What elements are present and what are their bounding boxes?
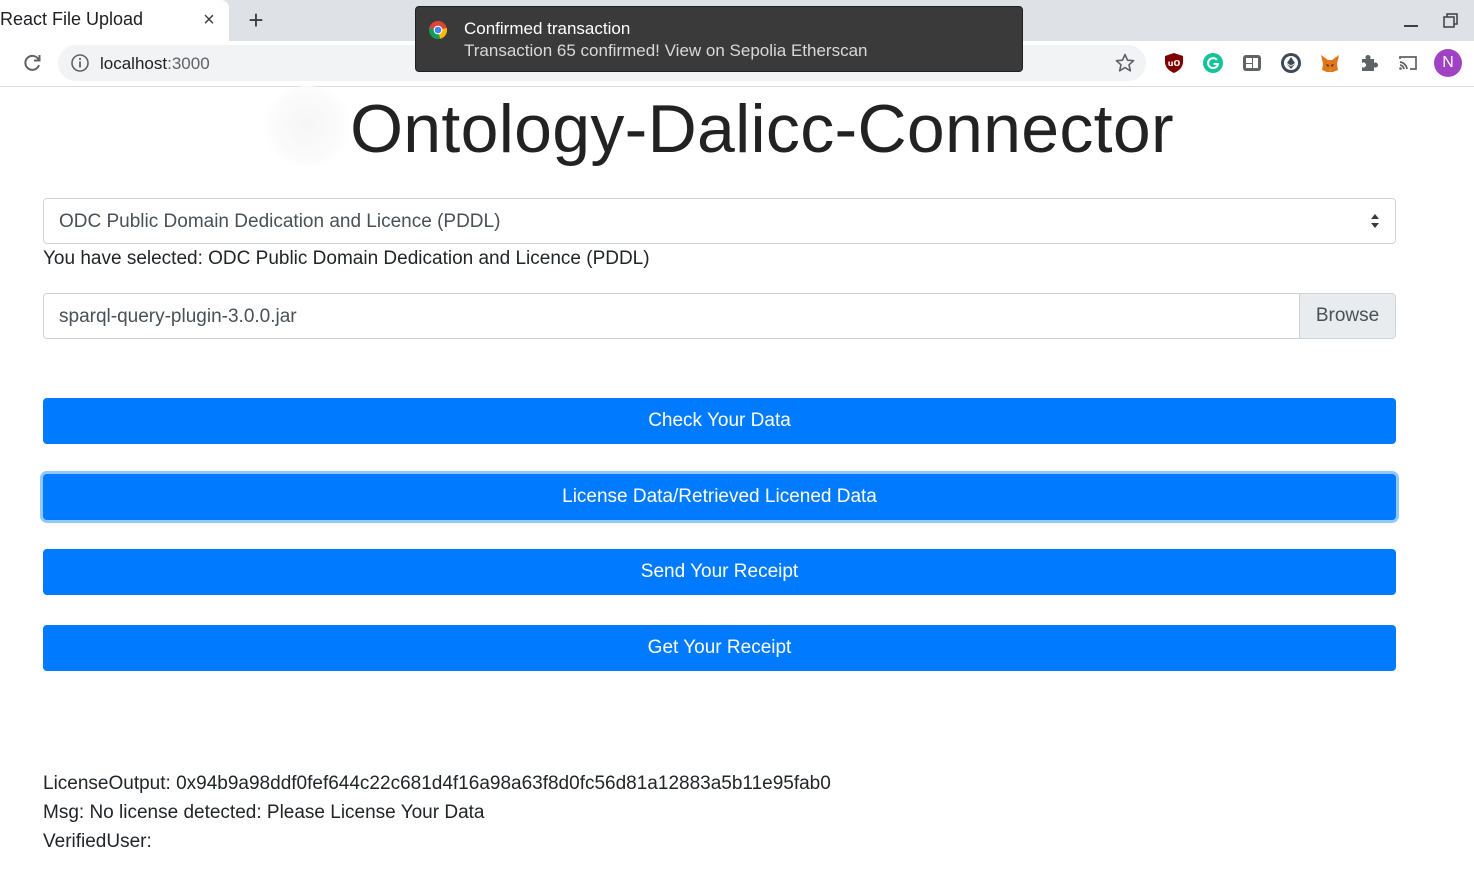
reload-button[interactable]	[20, 51, 44, 75]
restore-window-button[interactable]	[1440, 10, 1462, 32]
send-receipt-button[interactable]: Send Your Receipt	[43, 549, 1396, 595]
selected-prefix: You have selected:	[43, 248, 209, 269]
verified-user-label: VerifiedUser:	[43, 831, 152, 852]
chrome-icon	[428, 21, 448, 40]
tab-close-icon[interactable]: ×	[199, 9, 219, 31]
cast-icon[interactable]	[1397, 52, 1419, 74]
ethereum-icon[interactable]	[1280, 52, 1302, 74]
selected-value: ODC Public Domain Dedication and Licence…	[208, 248, 650, 269]
license-select[interactable]: ODC Public Domain Dedication and Licence…	[43, 198, 1396, 244]
license-data-button[interactable]: License Data/Retrieved Licened Data	[43, 474, 1396, 520]
restore-icon	[1443, 13, 1458, 28]
check-data-button[interactable]: Check Your Data	[43, 398, 1396, 444]
selected-license-text: You have selected: ODC Public Domain Ded…	[43, 248, 650, 270]
url-text: localhost:3000	[100, 54, 210, 73]
bookmark-star-icon[interactable]	[1114, 52, 1136, 74]
license-select-value: ODC Public Domain Dedication and Licence…	[59, 211, 501, 232]
site-info-icon[interactable]	[70, 53, 90, 73]
metamask-icon[interactable]	[1319, 52, 1341, 74]
verified-user-output: VerifiedUser:	[43, 831, 152, 853]
message-output: Msg: No license detected: Please License…	[43, 802, 485, 824]
reload-icon	[24, 54, 41, 71]
message-label: Msg:	[43, 802, 90, 823]
ublock-icon[interactable]: uO	[1163, 52, 1185, 74]
extension-icon[interactable]	[1241, 52, 1263, 74]
profile-avatar[interactable]: N	[1434, 49, 1462, 77]
tab-title: React File Upload	[0, 9, 144, 29]
puzzle-icon[interactable]	[1358, 52, 1380, 74]
file-upload-input[interactable]: sparql-query-plugin-3.0.0.jar Browse	[43, 293, 1396, 339]
toast-message[interactable]: Transaction 65 confirmed! View on Sepoli…	[464, 41, 868, 61]
get-receipt-button[interactable]: Get Your Receipt	[43, 625, 1396, 671]
browse-button[interactable]: Browse	[1299, 294, 1395, 338]
grammarly-icon[interactable]	[1202, 52, 1224, 74]
notification-toast[interactable]: Confirmed transaction Transaction 65 con…	[415, 6, 1023, 72]
license-output: LicenseOutput: 0x94b9a98ddf0fef644c22c68…	[43, 773, 831, 795]
page-title: Ontology-Dalicc-Connector	[350, 91, 1174, 167]
new-tab-button[interactable]: +	[244, 7, 268, 33]
toast-title: Confirmed transaction	[464, 19, 631, 38]
license-output-value: 0x94b9a98ddf0fef644c22c681d4f16a98a63f8d…	[176, 773, 831, 794]
file-name: sparql-query-plugin-3.0.0.jar	[59, 306, 297, 327]
message-value: No license detected: Please License Your…	[89, 802, 485, 823]
browser-tab[interactable]: React File Upload ×	[0, 0, 229, 41]
minimize-window-button[interactable]	[1400, 10, 1422, 30]
license-output-label: LicenseOutput:	[43, 773, 177, 794]
select-arrows-icon	[1371, 214, 1379, 228]
svg-text:uO: uO	[1168, 59, 1181, 68]
